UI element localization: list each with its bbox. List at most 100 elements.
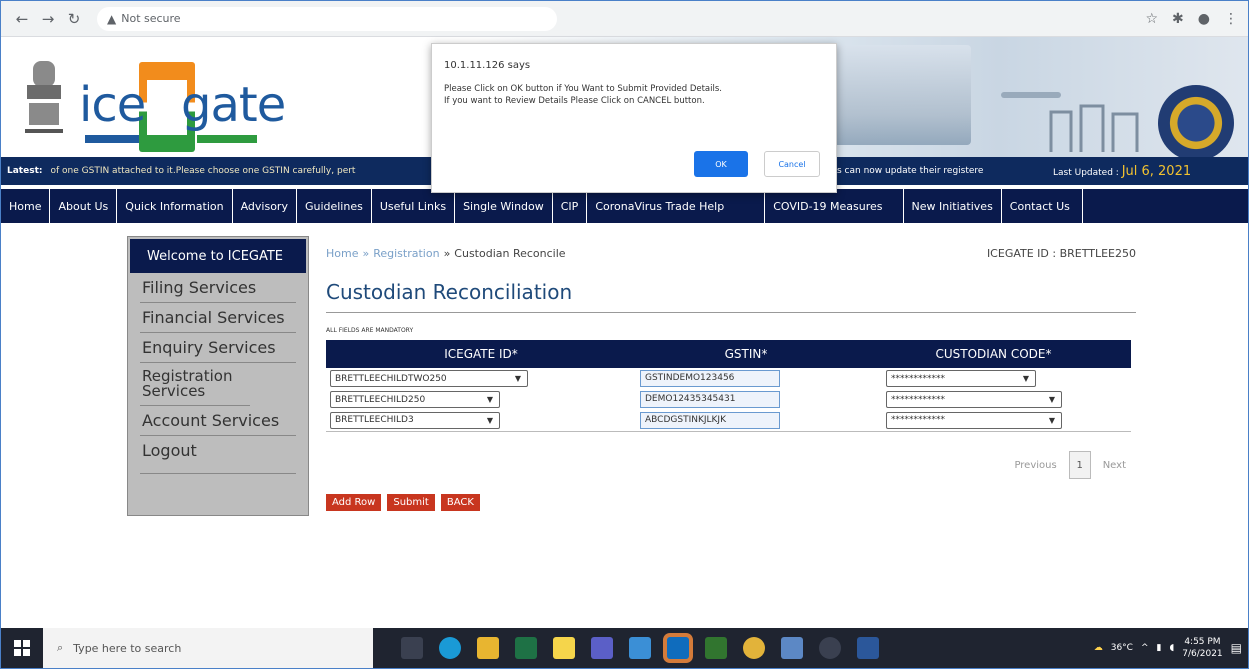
- nav-useful-links[interactable]: Useful Links: [372, 189, 456, 223]
- chevron-down-icon: ▼: [486, 395, 493, 404]
- ok-button[interactable]: OK: [694, 151, 748, 177]
- pager-next[interactable]: Next: [1103, 460, 1126, 471]
- menu-filing-services[interactable]: Filing Services: [140, 273, 296, 303]
- menu-icon[interactable]: ⋮: [1224, 11, 1238, 27]
- custodian-table: ICEGATE ID* GSTIN* CUSTODIAN CODE* BRETT…: [326, 340, 1131, 432]
- teams-icon[interactable]: [591, 637, 613, 659]
- custodian-code-select[interactable]: ************ ▼: [886, 370, 1036, 387]
- profile-icon[interactable]: ●: [1198, 11, 1210, 27]
- sticky-notes-icon[interactable]: [553, 637, 575, 659]
- nav-single-window[interactable]: Single Window: [455, 189, 553, 223]
- nav-quick-information[interactable]: Quick Information: [117, 189, 233, 223]
- submit-button[interactable]: Submit: [387, 494, 435, 511]
- nav-new-initiatives[interactable]: New Initiatives: [904, 189, 1002, 223]
- address-bar[interactable]: ▲ Not secure: [97, 6, 557, 31]
- file-explorer-icon[interactable]: [477, 637, 499, 659]
- mandatory-note: ALL FIELDS ARE MANDATORY: [326, 327, 414, 334]
- customs-seal-icon: [1158, 85, 1234, 161]
- gstin-field[interactable]: DEMO12435345431: [640, 391, 780, 408]
- menu-registration-services[interactable]: Registration Services: [140, 363, 250, 406]
- nav-home[interactable]: Home: [1, 189, 51, 223]
- nav-contact-us[interactable]: Contact Us: [1002, 189, 1083, 223]
- clock[interactable]: 4:55 PM 7/6/2021: [1182, 636, 1222, 660]
- outlook-icon[interactable]: [667, 637, 689, 659]
- menu-account-services[interactable]: Account Services: [140, 406, 296, 436]
- select-value: BRETTLEECHILD3: [335, 415, 414, 426]
- chevron-up-icon[interactable]: ^: [1141, 643, 1149, 653]
- volume-icon[interactable]: ◖: [1169, 643, 1174, 653]
- star-icon[interactable]: ☆: [1145, 11, 1158, 27]
- custodian-code-select[interactable]: ************ ▼: [886, 411, 1062, 429]
- table-row: BRETTLEECHILDTWO250 ▼ GSTINDEMO123456 ***…: [326, 368, 1131, 389]
- ticker-label: Latest:: [7, 166, 43, 176]
- settings-icon[interactable]: [819, 637, 841, 659]
- header-gstin: GSTIN*: [636, 340, 856, 368]
- icegate-id-select[interactable]: BRETTLEECHILD250 ▼: [330, 391, 500, 408]
- select-value: BRETTLEECHILDTWO250: [335, 373, 447, 384]
- app-icon[interactable]: [629, 637, 651, 659]
- weather-icon: ☁: [1093, 643, 1103, 653]
- word-icon[interactable]: [857, 637, 879, 659]
- cancel-button[interactable]: Cancel: [764, 151, 820, 177]
- breadcrumb-registration[interactable]: Registration: [373, 247, 439, 260]
- table-header-row: ICEGATE ID* GSTIN* CUSTODIAN CODE*: [326, 340, 1131, 368]
- pagination: Previous 1 Next: [1014, 451, 1126, 479]
- back-button[interactable]: BACK: [440, 494, 480, 511]
- gstin-field[interactable]: ABCDGSTINKJLKJK: [640, 411, 780, 429]
- table-row: BRETTLEECHILD3 ▼ ABCDGSTINKJLKJK ********…: [326, 410, 1131, 432]
- nav-covid-measures[interactable]: COVID-19 Measures: [765, 189, 904, 223]
- icegate-id-select[interactable]: BRETTLEECHILDTWO250 ▼: [330, 370, 528, 387]
- add-row-button[interactable]: Add Row: [326, 494, 382, 511]
- icegate-user-id: ICEGATE ID : BRETTLEE250: [986, 246, 1136, 260]
- clock-time: 4:55 PM: [1184, 637, 1221, 647]
- breadcrumb-separator: »: [362, 246, 370, 260]
- select-value: ************: [891, 394, 945, 405]
- security-label: Not secure: [121, 12, 181, 25]
- ship-image: [831, 45, 971, 145]
- nav-coronavirus-trade-help[interactable]: CoronaVirus Trade Help: [587, 189, 766, 223]
- custodian-code-select[interactable]: ************ ▼: [886, 391, 1062, 408]
- national-emblem-icon: [25, 61, 63, 133]
- taskbar-apps: [401, 637, 879, 659]
- project-icon[interactable]: [705, 637, 727, 659]
- search-placeholder: Type here to search: [73, 641, 182, 655]
- app-icon[interactable]: [781, 637, 803, 659]
- taskbar-search[interactable]: ⌕ Type here to search: [43, 628, 373, 668]
- extension-icon[interactable]: ✱: [1172, 11, 1184, 27]
- dialog-message-line-2: If you want to Review Details Please Cli…: [444, 96, 705, 106]
- screen: ← → ↻ ▲ Not secure ☆ ✱ ● ⋮ ice gate Late…: [0, 0, 1249, 669]
- nav-guidelines[interactable]: Guidelines: [297, 189, 372, 223]
- forward-arrow-icon[interactable]: →: [37, 8, 59, 30]
- menu-logout[interactable]: Logout: [140, 436, 296, 474]
- excel-icon[interactable]: [515, 637, 537, 659]
- network-icon[interactable]: ▮: [1157, 643, 1162, 653]
- last-updated-label: Last Updated :: [1053, 167, 1119, 178]
- main-content: Home » Registration » Custodian Reconcil…: [326, 236, 1136, 511]
- task-view-icon[interactable]: [401, 637, 423, 659]
- gstin-field[interactable]: GSTINDEMO123456: [640, 370, 780, 387]
- back-arrow-icon[interactable]: ←: [11, 8, 33, 30]
- cranes-image: [1049, 104, 1139, 152]
- edge-icon[interactable]: [439, 637, 461, 659]
- logo-text-gate: gate: [181, 77, 286, 133]
- ticker-message-2: s can now update their registere: [837, 166, 984, 176]
- nav-cip[interactable]: CIP: [553, 189, 588, 223]
- icegate-id-select[interactable]: BRETTLEECHILD3 ▼: [330, 411, 500, 429]
- menu-enquiry-services[interactable]: Enquiry Services: [140, 333, 296, 363]
- nav-advisory[interactable]: Advisory: [233, 189, 297, 223]
- breadcrumb-home[interactable]: Home: [326, 247, 358, 260]
- pager-previous[interactable]: Previous: [1014, 460, 1056, 471]
- reload-icon[interactable]: ↻: [63, 8, 85, 30]
- chevron-down-icon: ▼: [514, 374, 521, 383]
- pager-page-1[interactable]: 1: [1068, 451, 1091, 479]
- dialog-title: 10.1.11.126 says: [444, 60, 531, 71]
- notification-icon[interactable]: ▤: [1231, 641, 1242, 655]
- warning-icon: ▲: [107, 11, 117, 26]
- select-value: ************: [891, 415, 945, 426]
- nav-about-us[interactable]: About Us: [50, 189, 118, 223]
- page-title: Custodian Reconciliation: [326, 280, 1136, 313]
- chrome-icon[interactable]: [743, 637, 765, 659]
- start-button[interactable]: [1, 628, 43, 668]
- menu-financial-services[interactable]: Financial Services: [140, 303, 296, 333]
- browser-toolbar: ← → ↻ ▲ Not secure ☆ ✱ ● ⋮: [1, 1, 1248, 37]
